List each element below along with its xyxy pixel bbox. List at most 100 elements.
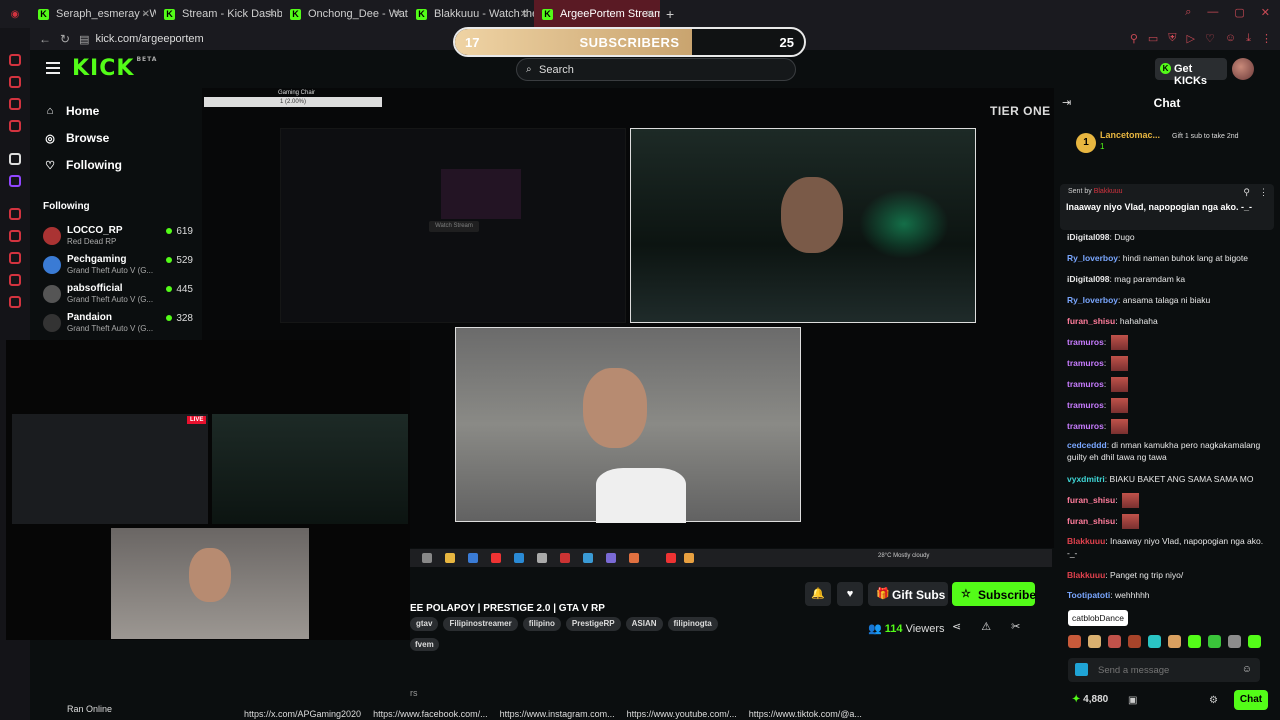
followed-channel[interactable]: pabsofficial Grand Theft Auto V (G... 44… — [43, 283, 193, 311]
heart-icon[interactable]: ♡ — [1205, 32, 1215, 45]
gift-chest-icon[interactable]: ▣ — [1128, 695, 1137, 706]
browser-tab[interactable]: KBlakkuuu - Watch the VO✕ — [408, 0, 534, 28]
chat-message[interactable]: Ry_loverboy: ansama talaga ni biaku — [1067, 294, 1267, 306]
search-input[interactable]: ⌕ Search — [516, 58, 796, 81]
user-avatar[interactable] — [1232, 58, 1254, 80]
chat-username[interactable]: furan_shisu — [1067, 316, 1115, 326]
chat-message[interactable]: vyxdmitri: BIAKU BAKET ANG SAMA SAMA MO — [1067, 473, 1267, 485]
maximize-icon[interactable]: ▢ — [1234, 6, 1244, 19]
chat-username[interactable]: Blakkuuu — [1067, 570, 1105, 580]
chat-username[interactable]: cedceddd — [1067, 440, 1107, 450]
social-link-x[interactable]: https://x.com/APGaming2020 — [244, 709, 361, 719]
stream-tag[interactable]: ASIAN — [625, 617, 663, 631]
back-icon[interactable]: ← — [39, 32, 51, 46]
chat-input[interactable] — [1098, 662, 1238, 678]
history-icon[interactable] — [9, 230, 21, 242]
page-info-icon[interactable]: ▤ — [79, 33, 89, 46]
close-icon[interactable]: ✕ — [142, 9, 150, 20]
browser-tab-active[interactable]: KArgeePortem Stream - W✕ — [534, 0, 660, 28]
rail-app-icon[interactable] — [9, 252, 21, 264]
chat-send-button[interactable]: Chat — [1234, 690, 1268, 710]
chat-message[interactable]: tramuros: — [1067, 356, 1267, 371]
chat-username[interactable]: Ry_loverboy — [1067, 253, 1118, 263]
followed-channel[interactable]: Pandaion Grand Theft Auto V (G... 328 — [43, 312, 193, 340]
emote-icon[interactable] — [1108, 635, 1121, 648]
rail-app-icon[interactable] — [9, 54, 21, 66]
chat-message[interactable]: iDigital098: Dugo — [1067, 231, 1267, 243]
pin-icon[interactable]: ⚲ — [1130, 32, 1138, 45]
rail-app-icon[interactable] — [9, 98, 21, 110]
emoji-icon[interactable]: ☺ — [1242, 664, 1252, 675]
share-icon[interactable]: ⋖ — [952, 620, 961, 633]
social-link-facebook[interactable]: https://www.facebook.com/... — [373, 709, 488, 719]
browser-menu-icon[interactable]: ◉ — [0, 9, 30, 20]
notification-bell-icon[interactable]: 🔔 — [805, 582, 831, 606]
chat-username[interactable]: tramuros — [1067, 421, 1104, 431]
chat-username[interactable]: tramuros — [1067, 337, 1104, 347]
report-icon[interactable]: ⚠ — [981, 620, 991, 633]
stream-tag[interactable]: fvem — [410, 638, 439, 651]
close-icon[interactable]: ✕ — [268, 9, 276, 20]
emote-icon[interactable] — [1188, 635, 1201, 648]
reload-icon[interactable]: ↻ — [60, 32, 70, 46]
close-icon[interactable]: ✕ — [394, 9, 402, 20]
settings-icon[interactable]: ⚙ — [1209, 695, 1218, 706]
rail-app-icon[interactable] — [9, 76, 21, 88]
follow-heart-icon[interactable]: ♥ — [837, 582, 863, 606]
chat-message[interactable]: Blakkuuu: Panget ng trip niyo/ — [1067, 569, 1267, 581]
subscribe-button[interactable]: ☆ Subscribe — [952, 582, 1036, 606]
menu-icon[interactable]: ⋮ — [1261, 32, 1272, 45]
more-icon[interactable]: ⋮ — [1259, 187, 1268, 198]
chat-message[interactable]: tramuros: — [1067, 398, 1267, 413]
chat-username[interactable]: iDigital098 — [1067, 274, 1110, 284]
stream-tag[interactable]: filipinogta — [667, 617, 718, 631]
chat-message[interactable]: iDigital098: mag paramdam ka — [1067, 273, 1267, 285]
followed-channel[interactable]: LOCCO_RP Red Dead RP 619 — [43, 225, 193, 253]
new-tab-icon[interactable]: + — [666, 6, 674, 22]
rail-app-icon[interactable] — [9, 208, 21, 220]
stream-tag[interactable]: gtav — [410, 617, 439, 631]
rail-app-icon[interactable] — [9, 153, 21, 165]
chat-username[interactable]: iDigital098 — [1067, 232, 1110, 242]
settings-icon[interactable] — [9, 296, 21, 308]
social-link-youtube[interactable]: https://www.youtube.com/... — [627, 709, 737, 719]
top-gifter[interactable]: 1 Lancetomac... 1 Gift 1 sub to take 2nd — [1076, 128, 1276, 158]
profile-icon[interactable]: ☺ — [1225, 32, 1236, 45]
search-icon[interactable]: ⌕ — [1185, 6, 1191, 19]
emote-icon[interactable] — [1248, 635, 1261, 648]
chat-message[interactable]: tramuros: — [1067, 335, 1267, 350]
chat-username[interactable]: furan_shisu — [1067, 516, 1115, 526]
emote-icon[interactable] — [1228, 635, 1241, 648]
chat-username[interactable]: tramuros — [1067, 358, 1104, 368]
close-icon[interactable]: ✕ — [520, 9, 528, 20]
chat-username[interactable]: Ry_loverboy — [1067, 295, 1118, 305]
chat-message[interactable]: Tootipatoti: wehhhhh — [1067, 589, 1267, 601]
stream-tag[interactable]: Filipinostreamer — [443, 617, 518, 631]
nav-home[interactable]: ⌂ Home — [44, 104, 100, 118]
chat-username[interactable]: furan_shisu — [1067, 495, 1115, 505]
badge-icon[interactable] — [1075, 663, 1088, 676]
play-icon[interactable]: ▷ — [1187, 32, 1195, 45]
chat-username[interactable]: Tootipatoti — [1067, 590, 1110, 600]
hamburger-menu-icon[interactable] — [46, 62, 60, 74]
chat-message[interactable]: tramuros: — [1067, 377, 1267, 392]
stream-tag[interactable]: PrestigeRP — [565, 617, 621, 631]
nav-following[interactable]: ♡ Following — [44, 158, 122, 172]
chat-username[interactable]: vyxdmitri — [1067, 474, 1105, 484]
chat-username[interactable]: tramuros — [1067, 400, 1104, 410]
minimize-icon[interactable]: — — [1207, 6, 1218, 19]
browser-tab[interactable]: KOnchong_Dee - Watch th✕ — [282, 0, 408, 28]
get-kicks-button[interactable]: K Get KICKs — [1155, 58, 1227, 87]
download-icon[interactable]: ⤓ — [1246, 32, 1251, 45]
pinned-message[interactable]: Sent by Blakkuuu ⚲ ⋮ Inaaway niyo Vlad, … — [1060, 184, 1274, 230]
emote-icon[interactable] — [1088, 635, 1101, 648]
social-link-instagram[interactable]: https://www.instagram.com... — [500, 709, 615, 719]
url-field[interactable]: kick.com/argeeportem — [95, 33, 203, 45]
emote-icon[interactable] — [1148, 635, 1161, 648]
chat-message[interactable]: furan_shisu: — [1067, 514, 1267, 529]
close-icon[interactable]: ✕ — [646, 9, 654, 20]
emote-icon[interactable] — [1068, 635, 1081, 648]
clip-icon[interactable]: ✂ — [1011, 620, 1020, 633]
chat-username[interactable]: Blakkuuu — [1067, 536, 1105, 546]
followed-channel[interactable]: Pechgaming Grand Theft Auto V (G... 529 — [43, 254, 193, 282]
